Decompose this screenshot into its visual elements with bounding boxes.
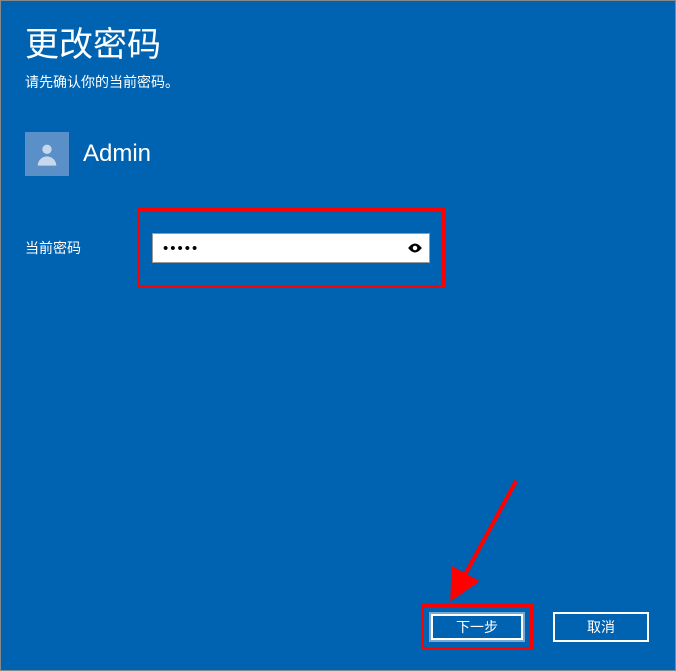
input-highlight-annotation xyxy=(137,208,445,288)
reveal-password-button[interactable] xyxy=(401,234,429,262)
page-subtitle: 请先确认你的当前密码。 xyxy=(1,66,675,92)
button-bar: 下一步 取消 xyxy=(421,604,657,650)
page-title: 更改密码 xyxy=(1,1,675,66)
username-label: Admin xyxy=(83,140,151,168)
cancel-button[interactable]: 取消 xyxy=(553,612,649,642)
user-section: Admin xyxy=(25,132,675,176)
current-password-label: 当前密码 xyxy=(25,238,137,258)
next-button[interactable]: 下一步 xyxy=(429,612,525,642)
user-icon xyxy=(33,140,61,168)
avatar xyxy=(25,132,69,176)
next-button-highlight-annotation: 下一步 xyxy=(421,604,533,650)
eye-icon xyxy=(406,239,424,257)
current-password-row: 当前密码 xyxy=(25,208,675,288)
current-password-input[interactable] xyxy=(153,240,401,257)
cancel-button-wrap: 取消 xyxy=(545,604,657,650)
password-field-wrap[interactable] xyxy=(152,233,430,263)
annotation-arrow xyxy=(416,471,526,621)
